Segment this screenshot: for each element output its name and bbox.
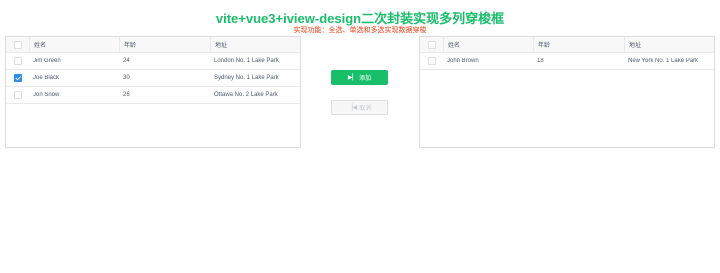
play-icon: ▶▏ xyxy=(347,74,358,81)
row-checkbox[interactable] xyxy=(13,74,22,82)
cell-name: Jon Snow xyxy=(33,92,60,98)
back-icon: ▕◀ xyxy=(347,104,358,111)
cell-address: Sydney No. 1 Lake Park xyxy=(214,75,279,81)
cell-address: London No. 1 Lake Park xyxy=(214,58,279,64)
cell-age: 24 xyxy=(123,58,130,64)
add-button-label: 添加 xyxy=(359,76,372,82)
header-age: 年龄 xyxy=(533,37,624,52)
header-address: 地址 xyxy=(624,37,714,52)
add-button[interactable]: ▶▏ 添加 xyxy=(331,70,388,85)
table-row[interactable]: Jim Green 24 London No. 1 Lake Park xyxy=(6,53,300,70)
cell-name: Jim Green xyxy=(33,58,61,64)
table-header: 姓名 年龄 地址 xyxy=(6,37,300,53)
row-checkbox[interactable] xyxy=(13,91,22,99)
select-all-checkbox[interactable] xyxy=(13,40,22,49)
header-name: 姓名 xyxy=(29,37,119,52)
cell-age: 26 xyxy=(123,92,130,98)
header-age: 年龄 xyxy=(119,37,210,52)
cell-age: 30 xyxy=(123,75,130,81)
target-table: 姓名 年龄 地址 John Brown 18 New York No. 1 La… xyxy=(419,36,715,148)
header-address: 地址 xyxy=(210,37,300,52)
cell-address: Ottawa No. 2 Lake Park xyxy=(214,92,278,98)
cell-name: John Brown xyxy=(447,58,479,64)
page-subtitle: 实现功能：全选、单选和多选实现数据穿梭 xyxy=(293,27,427,34)
cancel-button-label: 取消 xyxy=(359,106,372,112)
row-checkbox[interactable] xyxy=(427,57,436,65)
source-table: 姓名 年龄 地址 Jim Green 24 London No. 1 Lake … xyxy=(5,36,301,148)
cell-address: New York No. 1 Lake Park xyxy=(628,58,699,64)
header-name: 姓名 xyxy=(443,37,533,52)
cell-age: 18 xyxy=(537,58,544,64)
table-header: 姓名 年龄 地址 xyxy=(420,37,714,53)
cancel-button[interactable]: ▕◀ 取消 xyxy=(331,100,388,115)
table-row[interactable]: Jon Snow 26 Ottawa No. 2 Lake Park xyxy=(6,87,300,104)
cell-name: Joe Black xyxy=(33,75,60,81)
row-checkbox[interactable] xyxy=(13,57,22,65)
table-row[interactable]: John Brown 18 New York No. 1 Lake Park xyxy=(420,53,714,70)
table-row[interactable]: Joe Black 30 Sydney No. 1 Lake Park xyxy=(6,70,300,87)
select-all-checkbox[interactable] xyxy=(427,40,436,49)
